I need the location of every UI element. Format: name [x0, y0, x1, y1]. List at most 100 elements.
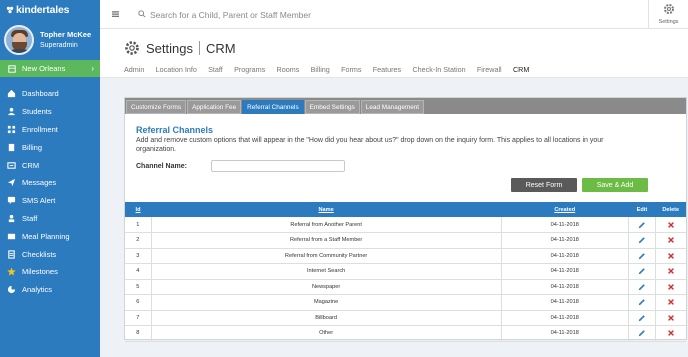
crm-tabs: Customize Forms Application Fee Referral… [125, 98, 686, 114]
row-created: 04-11-2018 [501, 248, 629, 264]
sidebar-item-label: Students [22, 107, 52, 117]
top-bar: Settings [100, 0, 688, 29]
user-name: Topher McKee [40, 30, 92, 39]
sidebar-item-students[interactable]: Students [0, 103, 100, 121]
sidebar-item-dashboard[interactable]: Dashboard [0, 85, 100, 103]
row-id: 6 [125, 294, 152, 311]
row-created: 04-11-2018 [501, 232, 629, 249]
pencil-icon[interactable] [638, 236, 646, 244]
row-delete-cell [655, 310, 686, 326]
title-separator [198, 41, 200, 55]
sidebar-item-staff[interactable]: Staff [0, 210, 100, 228]
table-row: 7 Billboard 04-11-2018 [125, 310, 686, 326]
brand-logo[interactable]: kindertales [0, 0, 100, 20]
hamburger-menu-icon[interactable] [112, 10, 119, 18]
row-delete-cell [655, 232, 686, 249]
tab-embed-settings[interactable]: Embed Settings [304, 100, 360, 114]
search-input[interactable] [150, 7, 450, 22]
sidebar-item-label: Meal Planning [22, 231, 70, 241]
row-delete-cell [655, 263, 686, 280]
delete-x-icon[interactable] [667, 314, 675, 322]
row-edit-cell [628, 248, 657, 264]
referral-channels-table: Id Name Created Edit Delete 1 Referral fr… [125, 202, 686, 342]
delete-x-icon[interactable] [667, 267, 675, 275]
row-created: 04-11-2018 [501, 263, 629, 280]
pencil-icon[interactable] [638, 252, 646, 260]
table-row: 5 Newspaper 04-11-2018 [125, 279, 686, 295]
sidebar-item-enrollment[interactable]: Enrollment [0, 121, 100, 139]
row-name: Billboard [151, 310, 502, 326]
row-name: Internet Search [151, 263, 502, 280]
analytics-icon [7, 286, 16, 294]
tab-application-fee[interactable]: Application Fee [187, 100, 242, 114]
pencil-icon[interactable] [638, 298, 646, 306]
row-edit-cell [628, 325, 657, 342]
sidebar: kindertales Topher McKee Superadmin New … [0, 0, 100, 357]
table-row: 3 Referral from Community Partner 04-11-20… [125, 248, 686, 264]
row-delete-cell [655, 217, 686, 233]
user-profile[interactable]: Topher McKee Superadmin [0, 20, 100, 60]
sidebar-item-label: Checklists [22, 249, 57, 259]
row-delete-cell [655, 294, 686, 311]
column-header-id[interactable]: Id [125, 202, 151, 217]
avatar [4, 25, 34, 55]
students-icon [7, 108, 16, 116]
sidebar-item-label: CRM [22, 160, 40, 170]
main-content: Settings CRM Admin Location Info Staff P… [100, 30, 688, 357]
delete-x-icon[interactable] [667, 329, 675, 337]
row-edit-cell [628, 279, 657, 295]
location-name: New Orleans [22, 64, 66, 73]
delete-x-icon[interactable] [667, 221, 675, 229]
pencil-icon[interactable] [638, 221, 646, 229]
row-delete-cell [655, 325, 686, 342]
logo-icon [6, 6, 14, 14]
table-row: 8 Other 04-11-2018 [125, 325, 686, 342]
sidebar-item-analytics[interactable]: Analytics [0, 281, 100, 299]
section-title: Referral Channels [136, 125, 214, 135]
row-edit-cell [628, 232, 657, 249]
table-row: 6 Magazine 04-11-2018 [125, 294, 686, 311]
delete-x-icon[interactable] [667, 236, 675, 244]
delete-x-icon[interactable] [667, 252, 675, 260]
column-header-name[interactable]: Name [151, 202, 501, 217]
section-description: Add and remove custom options that will … [136, 137, 604, 153]
pencil-icon[interactable] [638, 314, 646, 322]
pencil-icon[interactable] [638, 329, 646, 337]
pencil-icon[interactable] [638, 283, 646, 291]
search-icon [138, 10, 146, 18]
sidebar-item-checklists[interactable]: Checklists [0, 245, 100, 263]
star-icon [7, 267, 16, 276]
sidebar-item-meal-planning[interactable]: Meal Planning [0, 227, 100, 245]
sidebar-item-milestones[interactable]: Milestones [0, 263, 100, 281]
tab-referral-channels[interactable]: Referral Channels [242, 100, 304, 114]
tab-customize-forms[interactable]: Customize Forms [126, 100, 187, 114]
sidebar-item-label: Enrollment [22, 124, 58, 134]
sidebar-item-label: Dashboard [22, 89, 59, 99]
page-title: Settings [146, 40, 193, 56]
crm-panel: Customize Forms Application Fee Referral… [124, 97, 687, 342]
table-row: 1 Referral from Another Parent 04-11-2018 [125, 217, 686, 233]
save-and-add-button[interactable]: Save & Add [582, 178, 648, 192]
reset-form-button[interactable]: Reset Form [511, 178, 577, 192]
sidebar-item-messages[interactable]: Messages [0, 174, 100, 192]
settings-button[interactable]: Settings [648, 0, 688, 29]
row-name: Referral from Another Parent [151, 217, 502, 233]
sidebar-item-label: SMS Alert [22, 196, 56, 206]
page-header: Settings CRM [124, 38, 236, 58]
row-name: Referral from a Staff Member [151, 232, 502, 249]
sidebar-item-billing[interactable]: Billing [0, 138, 100, 156]
column-header-created[interactable]: Created [501, 202, 628, 217]
tab-lead-management[interactable]: Lead Management [360, 100, 425, 114]
channel-name-input[interactable] [211, 160, 345, 172]
pencil-icon[interactable] [638, 267, 646, 275]
row-name: Magazine [151, 294, 502, 311]
staff-icon [8, 214, 15, 223]
sidebar-item-sms-alert[interactable]: SMS Alert [0, 192, 100, 210]
delete-x-icon[interactable] [667, 283, 675, 291]
sidebar-item-label: Staff [22, 213, 38, 223]
sidebar-item-crm[interactable]: CRM [0, 156, 100, 174]
row-id: 8 [125, 325, 152, 342]
row-created: 04-11-2018 [501, 325, 629, 342]
location-selector[interactable]: New Orleans › [0, 60, 100, 77]
delete-x-icon[interactable] [667, 298, 675, 306]
